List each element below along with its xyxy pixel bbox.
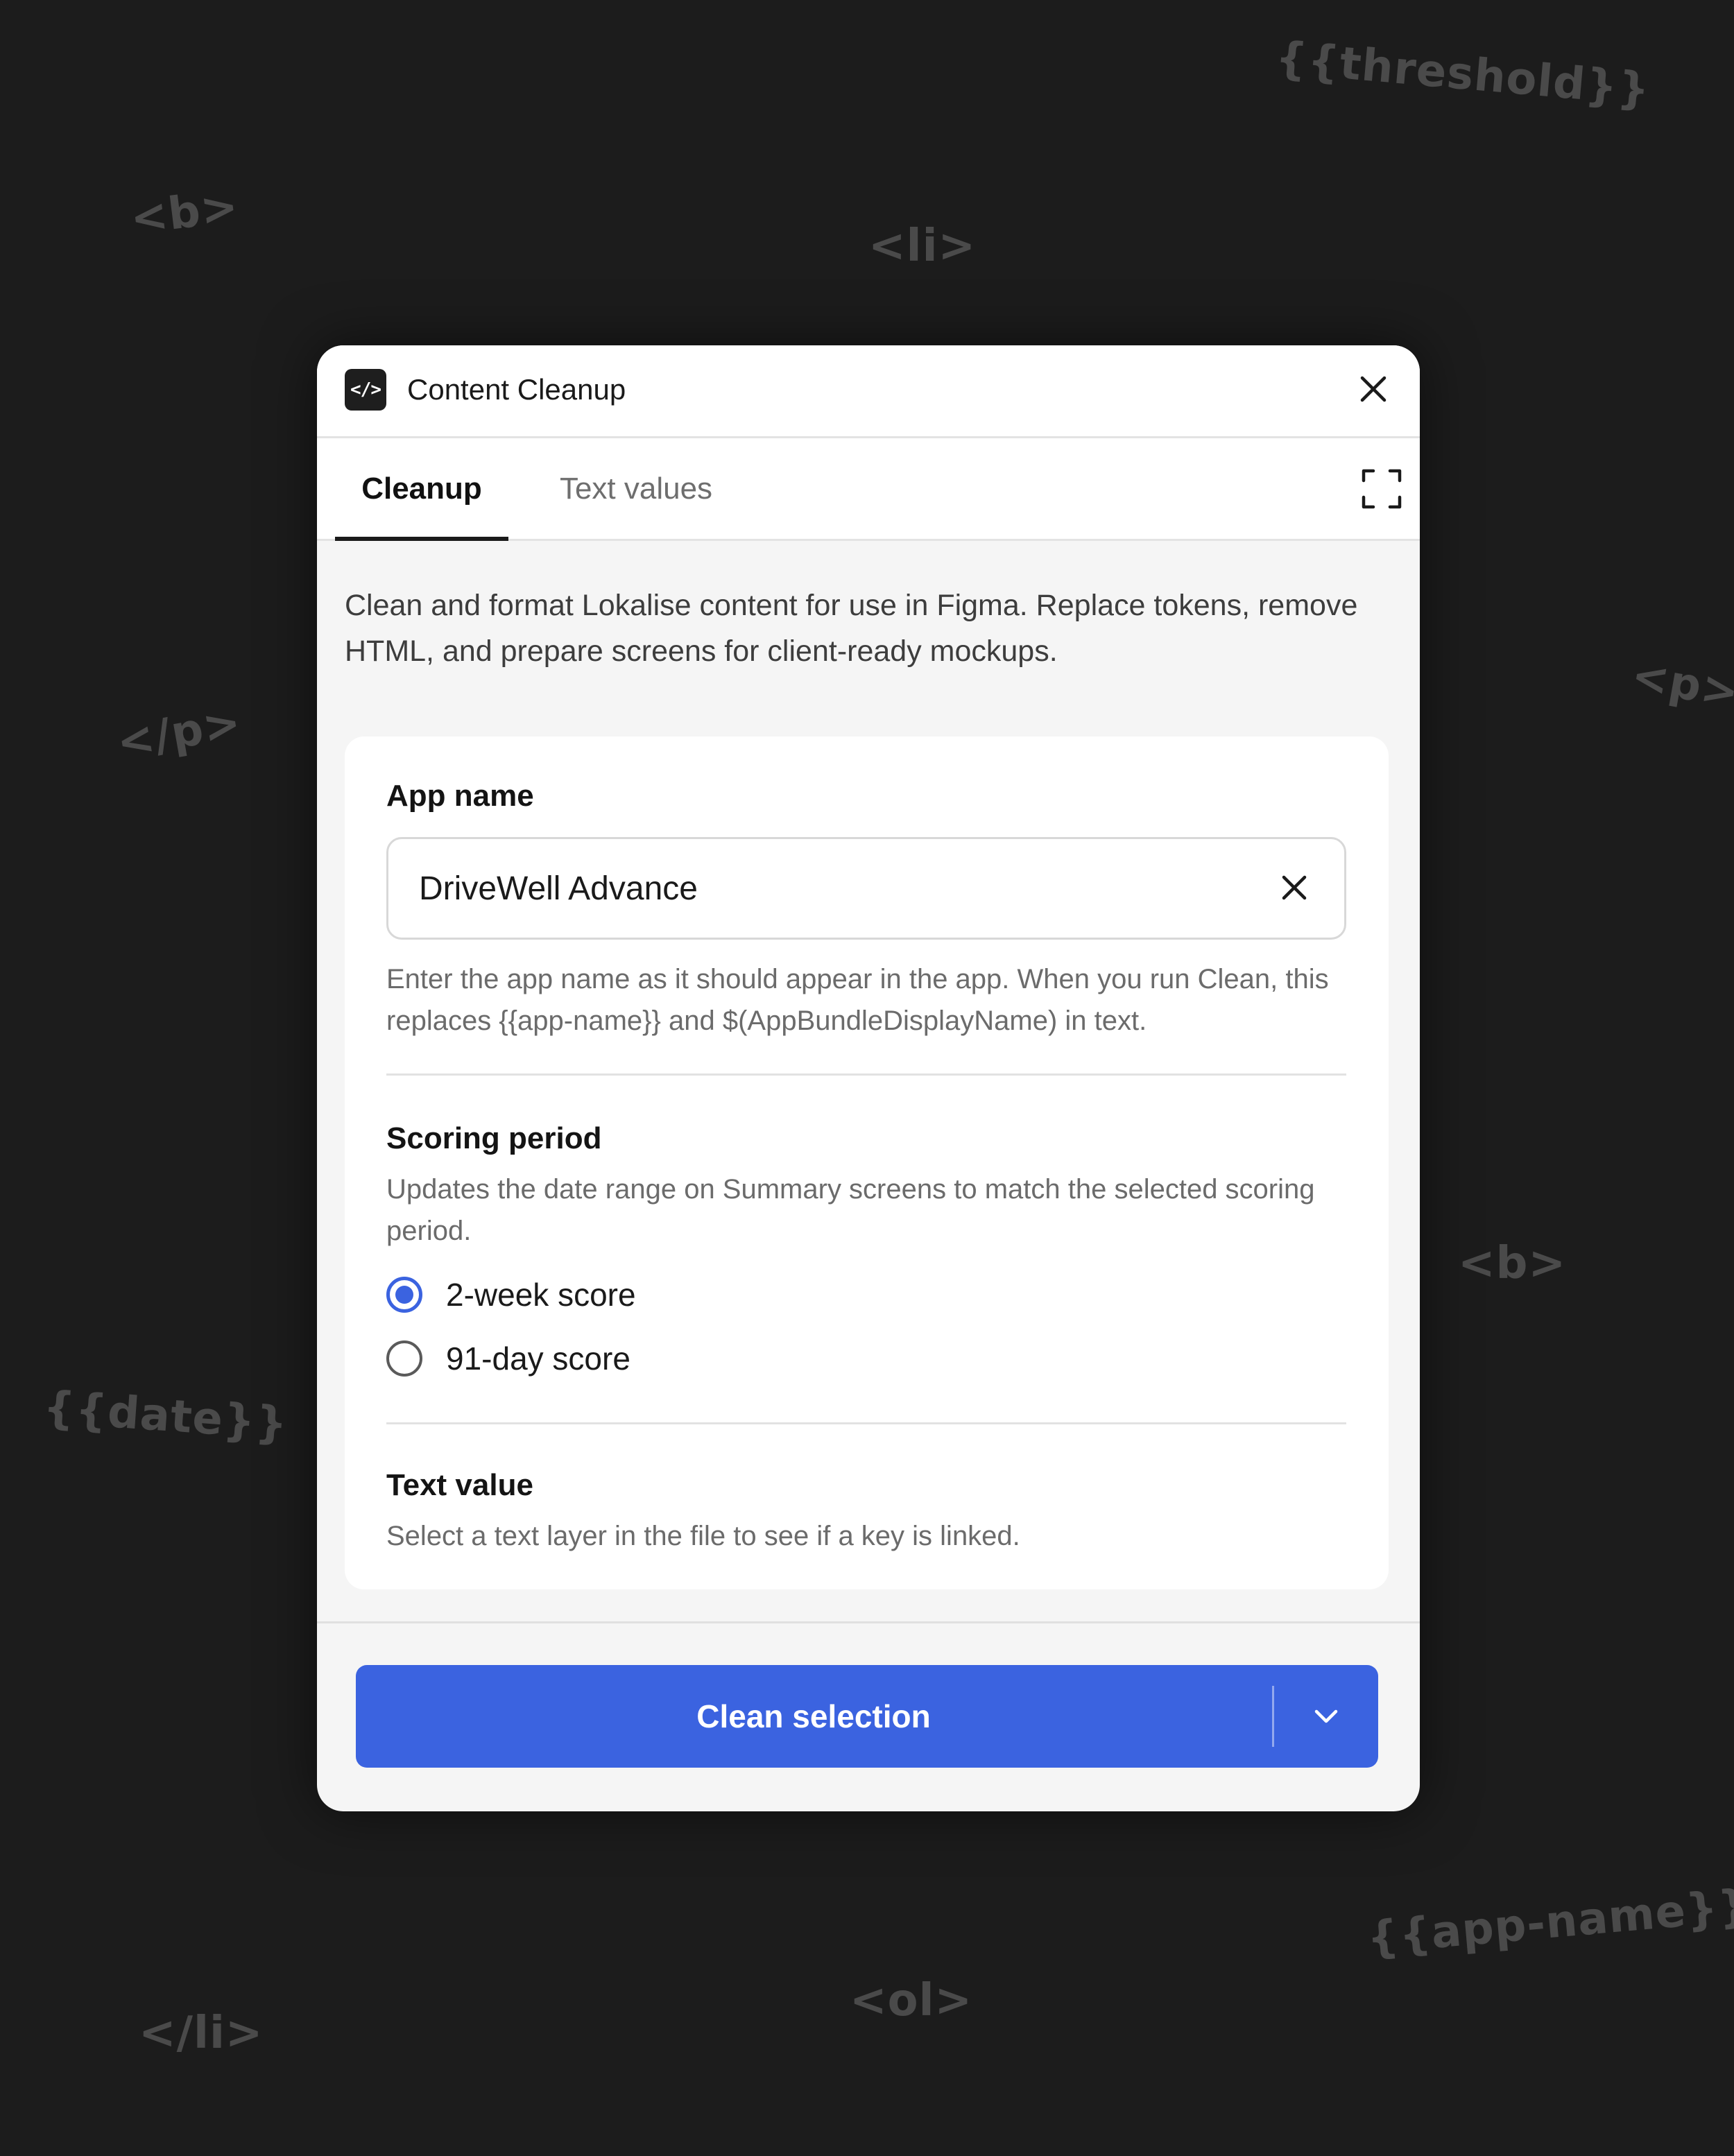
- radio-button[interactable]: [386, 1340, 422, 1377]
- bg-tag-b-open: <b>: [128, 180, 241, 245]
- bg-tag-p-open: <p>: [1627, 650, 1734, 719]
- bg-tag-ol: <ol>: [850, 1975, 973, 2026]
- tab-text-values[interactable]: Text values: [525, 438, 747, 539]
- clean-selection-button[interactable]: Clean selection: [356, 1665, 1378, 1768]
- bg-tag-p-close: </p>: [112, 696, 246, 770]
- bg-tag-b-right: <b>: [1458, 1238, 1567, 1289]
- window-title: Content Cleanup: [407, 373, 626, 406]
- intro-text: Clean and format Lokalise content for us…: [345, 589, 1358, 668]
- plugin-window: </> Content Cleanup Cleanup Text values …: [317, 345, 1420, 1811]
- tab-cleanup[interactable]: Cleanup: [335, 438, 508, 541]
- scoring-period-heading: Scoring period: [386, 1121, 602, 1155]
- divider: [386, 1422, 1346, 1424]
- expand-icon: [1362, 469, 1402, 509]
- radio-2-week[interactable]: 2-week score: [386, 1273, 636, 1317]
- bg-tag-date: {{date}}: [41, 1381, 290, 1451]
- title-bar: </> Content Cleanup: [317, 345, 1420, 438]
- bg-tag-app-name: {{app-name}}: [1364, 1879, 1734, 1965]
- clean-selection-label: Clean selection: [696, 1698, 931, 1734]
- text-value-help: Select a text layer in the file to see i…: [386, 1521, 1020, 1551]
- clear-input-button[interactable]: [1272, 865, 1316, 910]
- chevron-down-icon: [1314, 1709, 1338, 1723]
- tab-bar: Cleanup Text values: [317, 438, 1420, 541]
- app-name-help: Enter the app name as it should appear i…: [386, 964, 1329, 1036]
- divider: [386, 1073, 1346, 1076]
- app-name-input[interactable]: [419, 839, 1237, 938]
- scoring-period-help: Updates the date range on Summary screen…: [386, 1174, 1315, 1246]
- expand-button[interactable]: [1357, 465, 1406, 513]
- radio-button-selected[interactable]: [386, 1277, 422, 1313]
- footer-divider: [317, 1621, 1420, 1623]
- clear-icon: [1282, 875, 1307, 900]
- app-name-heading: App name: [386, 779, 534, 813]
- bg-tag-threshold: {{threshold}}: [1273, 32, 1652, 117]
- bg-tag-li-close: </li>: [139, 2008, 264, 2059]
- radio-label: 2-week score: [446, 1277, 636, 1313]
- action-dropdown-button[interactable]: [1274, 1665, 1378, 1768]
- bg-tag-li-open: <li>: [868, 221, 977, 272]
- app-name-field: [386, 837, 1346, 940]
- radio-label: 91-day score: [446, 1340, 630, 1377]
- close-icon: [1360, 376, 1387, 402]
- radio-91-day[interactable]: 91-day score: [386, 1336, 630, 1381]
- code-icon: </>: [345, 369, 386, 411]
- settings-card: App name Enter the app name as it should…: [345, 736, 1389, 1589]
- text-value-heading: Text value: [386, 1468, 533, 1502]
- close-button[interactable]: [1352, 368, 1395, 411]
